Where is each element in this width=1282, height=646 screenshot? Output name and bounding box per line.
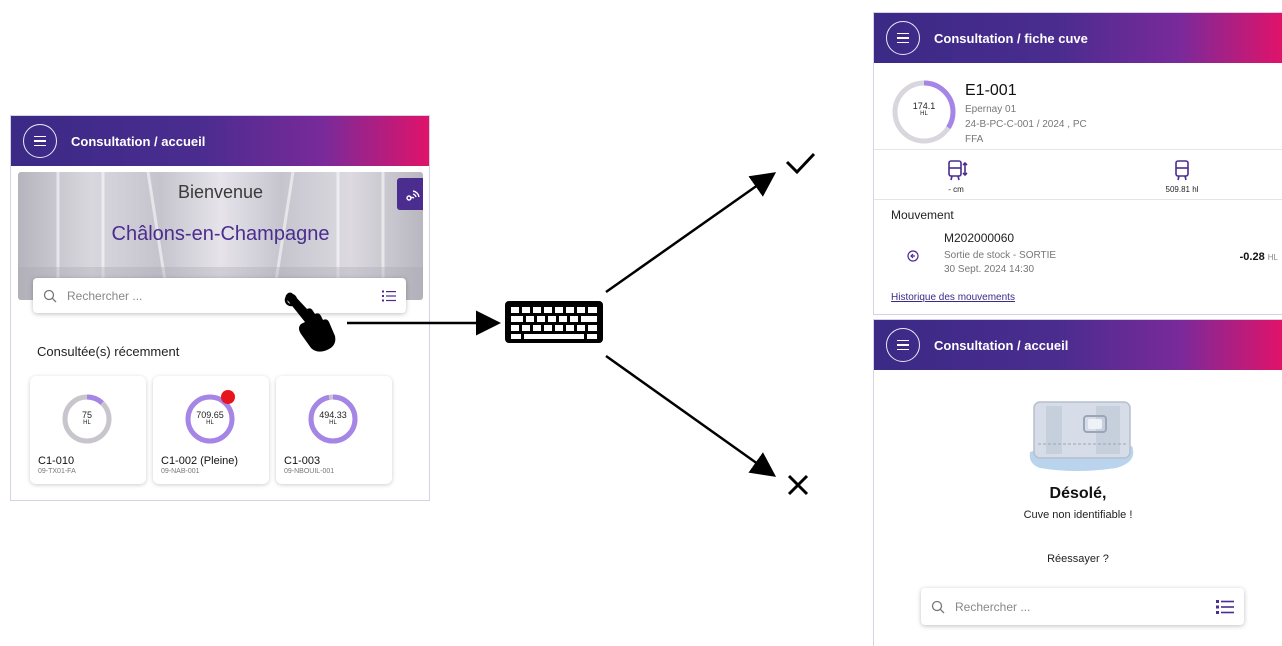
movement-amount-unit: HL [1267,253,1278,262]
gauge-unit: HL [920,111,928,117]
search-icon [931,600,945,613]
error-message: Cuve non identifiable ! [1023,509,1133,521]
tank-illustration [1029,401,1134,471]
cross-mark-icon [787,474,809,496]
menu-icon-line [897,32,909,35]
tank-app-bar: Consultation / fiche cuve [874,13,1282,63]
movement-type: Sortie de stock - SORTIE [944,250,1057,261]
movement-amount-value: -0.28 [1239,251,1265,263]
divider [874,149,1282,150]
arrow-to-success [605,172,777,294]
tank-line-3: FFA [965,134,984,145]
metric-level: - cm [948,185,964,194]
retry-link[interactable]: Réessayer ? [874,553,1282,565]
menu-icon-line [897,41,909,44]
tank-menu-button[interactable] [886,21,920,55]
error-menu-button[interactable] [886,328,920,362]
error-app-bar: Consultation / accueil [874,320,1282,370]
check-mark-icon [785,152,816,175]
movement-heading: Mouvement [891,208,954,222]
divider [874,199,1282,200]
menu-icon-line [897,339,909,342]
not-found-screen: Consultation / accueil Désolé, Cuve non … [873,319,1282,646]
menu-icon-line [897,348,909,351]
sorry-heading: Désolé, [1049,485,1107,502]
tank-volume-icon [1175,160,1189,181]
tank-level-icon [948,160,968,181]
tank-title: Consultation / fiche cuve [934,30,1088,46]
arrow-left-circle-icon [907,250,919,262]
keyboard-icon [505,301,603,343]
error-search-placeholder: Rechercher ... [955,599,1031,614]
error-search-bar[interactable]: Rechercher ... [921,588,1244,625]
tank-code: E1-001 [965,82,1017,99]
list-icon[interactable] [1216,599,1234,614]
movement-date: 30 Sept. 2024 14:30 [944,264,1035,275]
gauge-value: 174.1 [912,101,936,111]
metric-volume: 509.81 hl [1165,185,1199,194]
movement-id: M202000060 [944,231,1015,245]
error-title: Consultation / accueil [934,337,1069,353]
menu-icon-line [897,37,909,39]
arrow-to-failure [605,354,777,477]
movement-amount: -0.28 HL [1240,251,1278,263]
history-link[interactable]: Historique des mouvements [891,292,1015,303]
tank-line-1: Epernay 01 [965,104,1017,115]
menu-icon-line [897,344,909,346]
tank-detail-screen: Consultation / fiche cuve 174.1 HL E1-00… [873,12,1282,315]
tank-line-2: 24-B-PC-C-001 / 2024 , PC [965,119,1087,130]
